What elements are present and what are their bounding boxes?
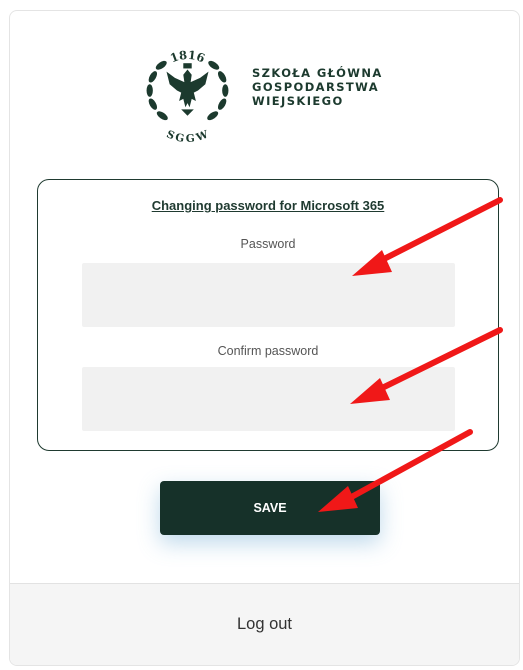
confirm-password-input[interactable] [82, 367, 455, 431]
password-label: Password [240, 237, 296, 251]
sggw-emblem-icon: 1816 SGGW [146, 48, 229, 143]
footer-bar: Log out [10, 583, 519, 665]
sggw-logo: 1816 SGGW SZKOŁA GŁÓWNA GOSPODARSTWA WIE… [135, 38, 410, 148]
login-card: 1816 SGGW SZKOŁA GŁÓWNA GOSPODARSTWA WIE… [9, 10, 520, 666]
logout-link[interactable]: Log out [237, 615, 292, 634]
university-name-line-1: SZKOŁA GŁÓWNA [252, 66, 383, 80]
emblem-initials: SGGW [165, 128, 211, 143]
emblem-year: 1816 [168, 48, 207, 66]
save-button[interactable]: SAVE [160, 481, 380, 535]
svg-text:1816: 1816 [168, 48, 207, 66]
university-name: SZKOŁA GŁÓWNA GOSPODARSTWA WIEJSKIEGO [252, 66, 383, 108]
university-name-line-3: WIEJSKIEGO [252, 94, 344, 108]
form-title: Changing password for Microsoft 365 [151, 198, 385, 213]
confirm-password-label: Confirm password [217, 344, 319, 358]
password-input[interactable] [82, 263, 455, 327]
university-name-line-2: GOSPODARSTWA [252, 80, 379, 94]
svg-text:SGGW: SGGW [165, 128, 211, 143]
change-password-form: Changing password for Microsoft 365 Pass… [37, 179, 499, 451]
